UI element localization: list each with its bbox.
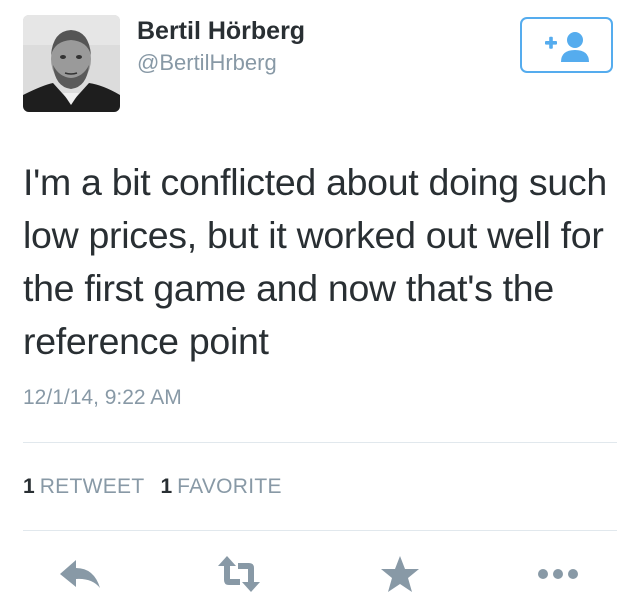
tweet-text: I'm a bit conflicted about doing such lo… xyxy=(23,161,607,362)
star-icon xyxy=(381,556,419,592)
more-button[interactable] xyxy=(535,554,581,594)
display-name[interactable]: Bertil Hörberg xyxy=(137,15,305,47)
favorite-label: FAVORITE xyxy=(177,475,282,498)
reply-button[interactable] xyxy=(58,554,104,594)
tweet-stats: 1 RETWEET 1 FAVORITE xyxy=(23,473,298,501)
favorite-button[interactable] xyxy=(377,554,423,594)
retweet-icon xyxy=(218,556,260,592)
avatar[interactable] xyxy=(23,15,120,112)
follow-user-icon xyxy=(545,32,589,62)
retweet-button[interactable] xyxy=(216,554,262,594)
more-icon xyxy=(538,569,578,579)
retweet-label: RETWEET xyxy=(39,475,145,498)
retweet-stat[interactable]: 1 RETWEET xyxy=(23,475,160,498)
user-handle[interactable]: @BertilHrberg xyxy=(137,48,277,78)
divider xyxy=(23,442,617,443)
timestamp[interactable]: 12/1/14, 9:22 AM xyxy=(23,384,182,412)
divider xyxy=(23,530,617,531)
retweet-count: 1 xyxy=(23,475,35,498)
favorite-count: 1 xyxy=(160,475,173,498)
profile-photo xyxy=(23,15,120,112)
reply-icon xyxy=(60,560,100,588)
follow-button[interactable] xyxy=(520,17,613,73)
favorite-stat[interactable]: 1 FAVORITE xyxy=(160,475,297,498)
